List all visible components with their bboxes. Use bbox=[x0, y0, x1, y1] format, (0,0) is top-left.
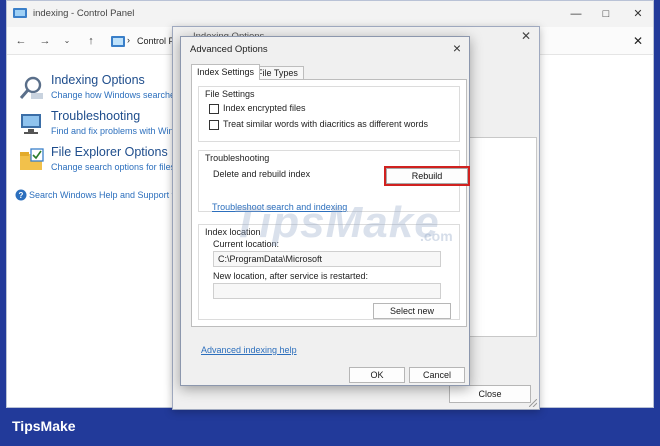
item-file-explorer-options[interactable]: File Explorer Options Change search opti… bbox=[19, 145, 189, 177]
folder-check-icon bbox=[20, 148, 44, 170]
checkbox-label[interactable]: Treat similar words with diacritics as d… bbox=[223, 119, 428, 129]
clear-search-icon[interactable]: ✕ bbox=[633, 31, 643, 51]
ok-button[interactable]: OK bbox=[349, 367, 405, 383]
minimize-button[interactable]: — bbox=[563, 5, 589, 23]
footer-logo: TipsMake bbox=[12, 418, 76, 434]
dialog-title: Advanced Options bbox=[190, 44, 268, 55]
checkbox[interactable] bbox=[209, 104, 219, 114]
control-panel-icon bbox=[13, 8, 27, 18]
current-location-field: C:\ProgramData\Microsoft bbox=[213, 251, 441, 267]
back-arrow-icon[interactable]: ← bbox=[13, 33, 29, 49]
tab-index-settings[interactable]: Index Settings bbox=[191, 64, 261, 80]
item-title[interactable]: Indexing Options bbox=[51, 73, 145, 87]
item-subtitle[interactable]: Change how Windows searches bbox=[51, 90, 180, 100]
delete-rebuild-label: Delete and rebuild index bbox=[213, 169, 311, 179]
item-title[interactable]: Troubleshooting bbox=[51, 109, 140, 123]
address-folder-icon bbox=[111, 36, 125, 47]
chevron-down-icon[interactable]: ⌄ bbox=[59, 33, 75, 49]
magnifier-icon bbox=[19, 76, 43, 99]
maximize-button[interactable]: □ bbox=[593, 5, 619, 23]
item-indexing-options[interactable]: Indexing Options Change how Windows sear… bbox=[19, 73, 189, 105]
resize-grip-icon[interactable] bbox=[529, 399, 537, 407]
checkbox-label[interactable]: Index encrypted files bbox=[223, 103, 306, 113]
svg-text:?: ? bbox=[19, 191, 24, 200]
monitor-icon bbox=[21, 114, 41, 134]
group-label: Troubleshooting bbox=[205, 153, 270, 163]
window-title: indexing - Control Panel bbox=[33, 8, 135, 19]
forward-arrow-icon[interactable]: → bbox=[37, 33, 53, 49]
select-new-button[interactable]: Select new bbox=[373, 303, 451, 319]
control-panel-titlebar: indexing - Control Panel — □ ✕ bbox=[7, 1, 653, 27]
close-icon[interactable]: × bbox=[453, 40, 461, 56]
help-icon: ? bbox=[15, 189, 27, 201]
close-button[interactable]: Close bbox=[449, 385, 531, 403]
watermark-suffix: .com bbox=[420, 228, 453, 244]
new-location-label: New location, after service is restarted… bbox=[213, 271, 369, 281]
close-icon[interactable]: ✕ bbox=[521, 29, 531, 43]
group-label: File Settings bbox=[205, 89, 255, 99]
new-location-field bbox=[213, 283, 441, 299]
cancel-button[interactable]: Cancel bbox=[409, 367, 465, 383]
item-subtitle[interactable]: Change search options for files bbox=[51, 162, 175, 172]
item-subtitle[interactable]: Find and fix problems with Win bbox=[51, 126, 174, 136]
close-window-button[interactable]: ✕ bbox=[625, 5, 651, 23]
rebuild-button[interactable]: Rebuild bbox=[384, 166, 470, 186]
watermark: TipsMake bbox=[232, 198, 440, 247]
item-troubleshooting[interactable]: Troubleshooting Find and fix problems wi… bbox=[19, 109, 189, 141]
help-link-text[interactable]: Search Windows Help and Support f bbox=[29, 190, 174, 200]
up-arrow-icon[interactable]: ↑ bbox=[83, 33, 99, 49]
advanced-indexing-help-link[interactable]: Advanced indexing help bbox=[201, 345, 297, 355]
help-link[interactable]: ? Search Windows Help and Support f bbox=[15, 189, 185, 203]
item-title[interactable]: File Explorer Options bbox=[51, 145, 168, 159]
breadcrumb-chevron-icon: › bbox=[127, 35, 130, 45]
file-settings-group: File Settings Index encrypted files Trea… bbox=[198, 86, 460, 142]
checkbox[interactable] bbox=[209, 120, 219, 130]
